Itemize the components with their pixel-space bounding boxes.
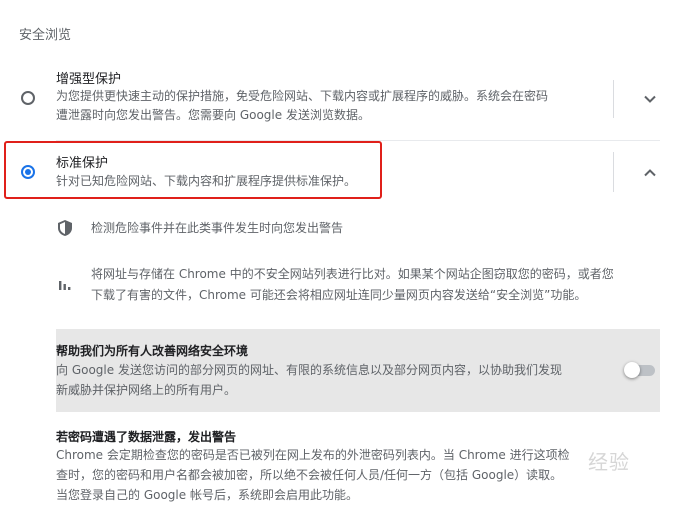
enhanced-desc-line1: 为您提供更快速主动的保护措施，免受危险网站、下载内容或扩展程序的威胁。系统会在密… xyxy=(56,89,549,103)
enhanced-protection-option[interactable]: 增强型保护 为您提供更快速主动的保护措施，免受危险网站、下载内容或扩展程序的威胁… xyxy=(0,62,680,136)
chevron-up-icon[interactable] xyxy=(642,165,658,181)
enhanced-desc-line2: 遭泄露时向您发出警告。您需要向 Google 发送浏览数据。 xyxy=(56,108,370,122)
standard-desc: 针对已知危险网站、下载内容和扩展程序提供标准保护。 xyxy=(56,174,357,188)
toggle-knob xyxy=(624,362,640,378)
detect-text: 检测危险事件并在此类事件发生时向您发出警告 xyxy=(91,221,344,235)
standard-radio[interactable] xyxy=(21,165,35,179)
password-title: 若密码遭遇了数据泄露，发出警告 xyxy=(56,430,237,444)
standard-title: 标准保护 xyxy=(56,156,109,171)
password-desc-line3: 当您登录自己的 Google 帐号后，系统即会启用此功能。 xyxy=(56,488,358,502)
password-desc-line2: 查时，您的密码和用户名都会被加密，所以绝不会被任何人员/任何一方（包括 Goog… xyxy=(56,468,563,482)
enhanced-radio[interactable] xyxy=(21,91,35,105)
improve-title: 帮助我们为所有人改善网络安全环境 xyxy=(56,344,249,358)
section-title: 安全浏览 xyxy=(19,28,72,43)
password-desc-line1: Chrome 会定期检查您的密码是否已被列在网上发布的外泄密码列表内。当 Chr… xyxy=(56,448,570,462)
divider xyxy=(613,80,614,118)
standard-protection-option[interactable]: 标准保护 针对已知危险网站、下载内容和扩展程序提供标准保护。 xyxy=(0,146,680,198)
bar-chart-icon xyxy=(59,281,71,290)
chevron-down-icon[interactable] xyxy=(642,91,658,107)
watermark: 经验 xyxy=(588,450,630,474)
compare-line1: 将网址与存储在 Chrome 中的不安全网站列表进行比对。如果某个网站企图窃取您… xyxy=(91,267,614,281)
improve-toggle[interactable] xyxy=(624,362,658,380)
compare-line2: 下载了有害的文件，Chrome 可能还会将相应网址连同少量网页内容发送给“安全浏… xyxy=(91,288,587,302)
shield-icon xyxy=(58,220,72,236)
divider xyxy=(613,152,614,192)
enhanced-title: 增强型保护 xyxy=(56,72,122,87)
improve-desc-line1: 向 Google 发送您访问的部分网页的网址、有限的系统信息以及部分网页内容，以… xyxy=(56,363,562,377)
improve-desc-line2: 新威胁并保护网络上的所有用户。 xyxy=(56,383,237,397)
